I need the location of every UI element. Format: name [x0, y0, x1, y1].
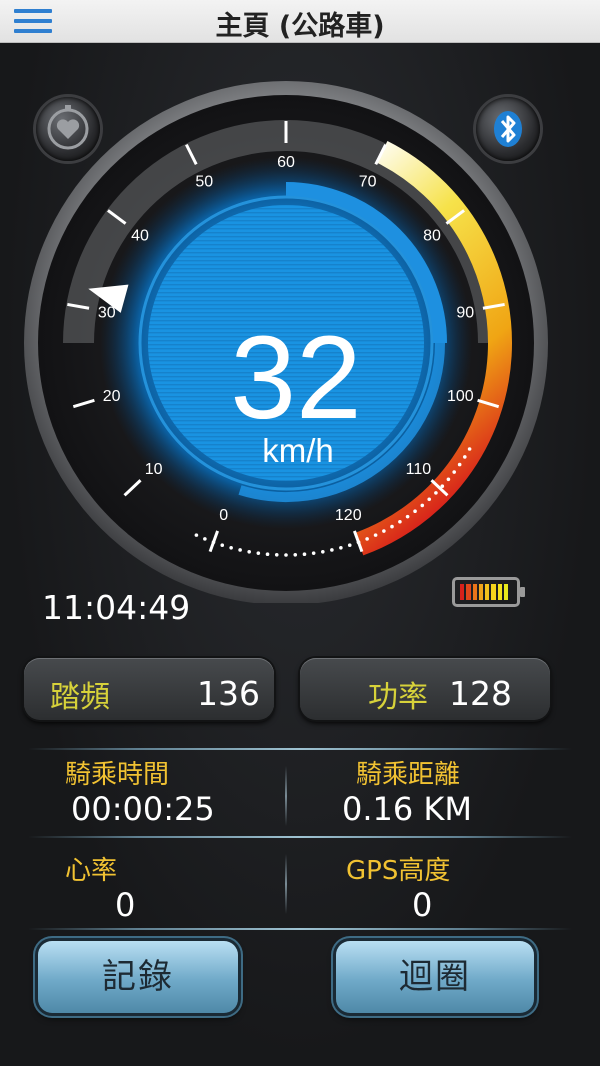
- main-screen: 0 10 20 30 40 50 60 70 80 90 100 110 120 32 km/h 11:…: [0, 43, 600, 1066]
- gauge-dot: [457, 462, 462, 467]
- gauge-tick-label: 50: [195, 173, 213, 190]
- gauge-dot: [356, 540, 361, 545]
- gauge-dot: [420, 503, 425, 508]
- record-button[interactable]: 記錄: [38, 941, 238, 1013]
- power-label: 功率: [368, 680, 428, 715]
- gauge-tick-label: 60: [277, 154, 295, 171]
- divider: [285, 766, 287, 826]
- power-value: 128: [449, 674, 512, 713]
- gps-altitude-value: 0: [412, 886, 433, 924]
- ride-stats-panel: 騎乘時間 00:00:25 騎乘距離 0.16 KM 心率 0 GPS高度 0: [28, 748, 572, 932]
- heart-rate-label: 心率: [65, 856, 118, 886]
- divider: [28, 836, 572, 838]
- gauge-dot: [398, 519, 402, 524]
- gauge-dot: [274, 552, 279, 557]
- divider: [28, 928, 572, 930]
- bluetooth-icon[interactable]: [476, 97, 540, 161]
- gauge-dot: [284, 553, 288, 557]
- gauge-dot: [347, 543, 352, 547]
- power-panel: 功率 128: [300, 658, 550, 720]
- gauge-tick-label: 40: [131, 227, 149, 244]
- battery-icon: [452, 577, 525, 607]
- gps-altitude-label: GPS高度: [346, 856, 451, 886]
- gauge-dot: [452, 470, 456, 474]
- cadence-panel: 踏頻 136: [24, 658, 274, 720]
- gauge-dot: [302, 552, 307, 556]
- gauge-dot: [220, 543, 225, 547]
- gauge-dot: [427, 497, 432, 502]
- gauge-dot: [247, 549, 251, 554]
- gauge-tick-label: 100: [447, 388, 474, 405]
- gauge-dot: [194, 533, 199, 537]
- gauge-dot: [321, 549, 325, 554]
- divider: [285, 854, 287, 914]
- gauge-dot: [382, 529, 386, 533]
- gauge-tick-label: 80: [423, 227, 441, 244]
- gauge-tick-label: 90: [456, 304, 474, 321]
- gauge-dot: [265, 552, 270, 556]
- gauge-dot: [256, 551, 261, 555]
- speed-value: 32: [230, 312, 361, 444]
- distance-value: 0.16 KM: [342, 790, 473, 828]
- gauge-tick-label: 120: [335, 507, 362, 524]
- top-bar: 主頁 (公路車): [0, 0, 600, 43]
- gauge-dot: [413, 509, 417, 513]
- gauge-dot: [238, 548, 242, 552]
- gauge-tick-label: 110: [406, 461, 432, 478]
- gauge-dot: [365, 537, 369, 541]
- gauge-dot: [390, 524, 394, 529]
- gauge-tick-label: 70: [359, 173, 377, 190]
- gauge-dot: [440, 484, 445, 489]
- divider: [28, 748, 572, 750]
- speed-unit: km/h: [262, 432, 334, 469]
- heart-rate-value: 0: [115, 886, 136, 924]
- gauge-dot: [434, 491, 438, 495]
- gauge-tick-label: 10: [145, 461, 163, 478]
- gauge-dot: [211, 540, 216, 545]
- gauge-dot: [203, 537, 207, 541]
- heart-rate-timer-icon[interactable]: [36, 97, 100, 161]
- gauge-dot: [405, 514, 410, 519]
- gauge-dot: [339, 545, 343, 550]
- gauge-tick-label: 0: [219, 507, 228, 524]
- gauge-dot: [311, 551, 316, 555]
- gauge-dot: [229, 545, 233, 550]
- current-time: 11:04:49: [42, 588, 191, 627]
- page-title: 主頁 (公路車): [215, 11, 385, 42]
- gauge-dot: [373, 533, 378, 537]
- lap-button[interactable]: 迴圈: [336, 941, 534, 1013]
- gauge-dot: [330, 548, 334, 552]
- ride-time-value: 00:00:25: [71, 790, 215, 828]
- gauge-dot: [462, 455, 467, 459]
- cadence-label: 踏頻: [50, 680, 110, 715]
- gauge-dot: [467, 447, 472, 451]
- cadence-value: 136: [197, 674, 260, 713]
- distance-label: 騎乘距離: [356, 760, 461, 790]
- gauge-tick-label: 20: [103, 388, 121, 405]
- ride-time-label: 騎乘時間: [65, 760, 170, 790]
- gauge-dot: [293, 552, 298, 557]
- gauge-dot: [446, 477, 451, 482]
